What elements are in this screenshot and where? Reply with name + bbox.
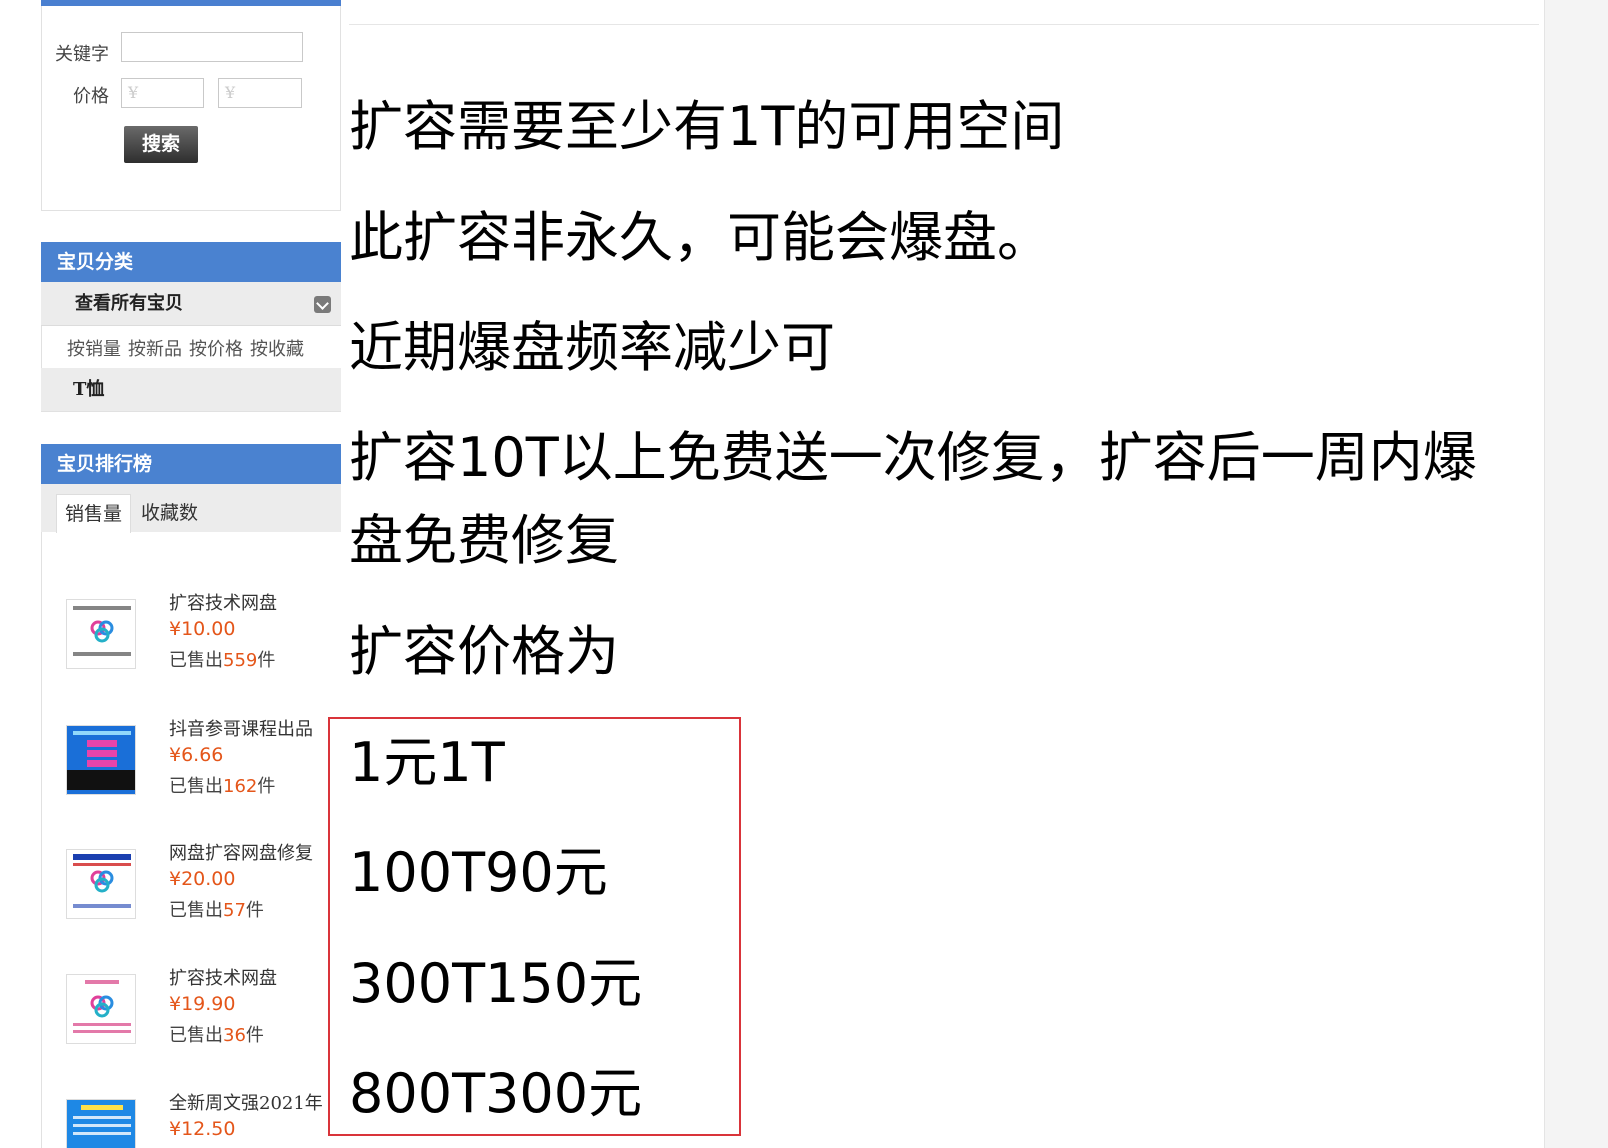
- product-title[interactable]: 抖音参哥课程出品: [169, 715, 313, 741]
- ranking-panel-title: 宝贝排行榜: [41, 444, 341, 484]
- product-title[interactable]: 扩容技术网盘: [169, 589, 277, 615]
- price-label: 价格: [73, 86, 109, 107]
- product-price: ¥6.66: [169, 744, 224, 766]
- sort-by-favorites[interactable]: 按收藏: [250, 335, 304, 361]
- product-thumbnail[interactable]: [66, 1099, 136, 1148]
- category-all-link[interactable]: 查看所有宝贝: [41, 282, 341, 326]
- description-line: 扩容需要至少有1T的可用空间: [349, 95, 1065, 158]
- description-line: 扩容10T以上免费送一次修复，扩容后一周内爆: [349, 426, 1477, 489]
- chevron-down-icon[interactable]: [314, 296, 331, 313]
- product-thumbnail[interactable]: [66, 974, 136, 1044]
- sort-by-price[interactable]: 按价格: [189, 335, 243, 361]
- search-panel: 关键字 价格 ¥ ¥ 搜索: [41, 0, 341, 211]
- product-price: ¥19.90: [169, 993, 236, 1015]
- content-divider: [349, 24, 1539, 25]
- price-line: 1元1T: [349, 731, 505, 794]
- product-sold: 已售出36件: [169, 1025, 264, 1046]
- description-line: 此扩容非永久，可能会爆盘。: [349, 206, 1051, 269]
- ranking-list: 扩容技术网盘 ¥10.00 已售出559件 抖音参哥课程出品 ¥6.66 已售出…: [41, 532, 341, 1148]
- product-title[interactable]: 全新周文强2021年: [169, 1089, 323, 1115]
- price-line: 300T150元: [349, 952, 643, 1015]
- page-right-shade: [1545, 0, 1608, 1148]
- price-min-input[interactable]: ¥: [121, 78, 204, 108]
- ranking-tabs: 销售量 收藏数: [41, 484, 341, 533]
- product-sold: 已售出162件: [169, 776, 276, 797]
- price-line: 100T90元: [349, 841, 608, 904]
- description-line: 盘免费修复: [349, 509, 619, 572]
- ranking-item[interactable]: 抖音参哥课程出品 ¥6.66 已售出162件: [42, 715, 341, 815]
- category-all-label: 查看所有宝贝: [75, 293, 183, 314]
- price-max-input[interactable]: ¥: [218, 78, 302, 108]
- ranking-item[interactable]: 扩容技术网盘 ¥19.90 已售出36件: [42, 964, 341, 1064]
- sort-by-new[interactable]: 按新品: [128, 335, 182, 361]
- description-line: 近期爆盘频率减少可: [349, 316, 835, 379]
- product-title[interactable]: 网盘扩容网盘修复: [169, 839, 313, 865]
- description-line: 扩容价格为: [349, 620, 619, 683]
- search-panel-topbar: [41, 0, 341, 6]
- product-thumbnail[interactable]: [66, 599, 136, 669]
- keyword-label: 关键字: [55, 44, 109, 65]
- price-line: 800T300元: [349, 1062, 643, 1125]
- product-title[interactable]: 扩容技术网盘: [169, 964, 277, 990]
- category-panel-title: 宝贝分类: [41, 242, 341, 282]
- sort-links: 按销量 按新品 按价格 按收藏: [41, 326, 341, 368]
- product-thumbnail[interactable]: [66, 725, 136, 795]
- page-right-border: [1544, 0, 1545, 1148]
- product-price: ¥10.00: [169, 618, 236, 640]
- search-button[interactable]: 搜索: [124, 126, 198, 163]
- tab-favorites[interactable]: 收藏数: [141, 494, 198, 532]
- ranking-item[interactable]: 网盘扩容网盘修复 ¥20.00 已售出57件: [42, 839, 341, 939]
- product-sold: 已售出57件: [169, 900, 264, 921]
- ranking-item[interactable]: 扩容技术网盘 ¥10.00 已售出559件: [42, 589, 341, 689]
- sort-by-sales[interactable]: 按销量: [67, 335, 121, 361]
- tab-sales[interactable]: 销售量: [56, 494, 132, 533]
- product-price: ¥12.50: [169, 1118, 236, 1140]
- product-thumbnail[interactable]: [66, 849, 136, 919]
- category-item-tshirt[interactable]: T恤: [41, 368, 341, 412]
- keyword-input[interactable]: [121, 32, 303, 62]
- product-price: ¥20.00: [169, 868, 236, 890]
- product-sold: 已售出559件: [169, 650, 276, 671]
- ranking-item[interactable]: 全新周文强2021年 ¥12.50: [42, 1089, 341, 1148]
